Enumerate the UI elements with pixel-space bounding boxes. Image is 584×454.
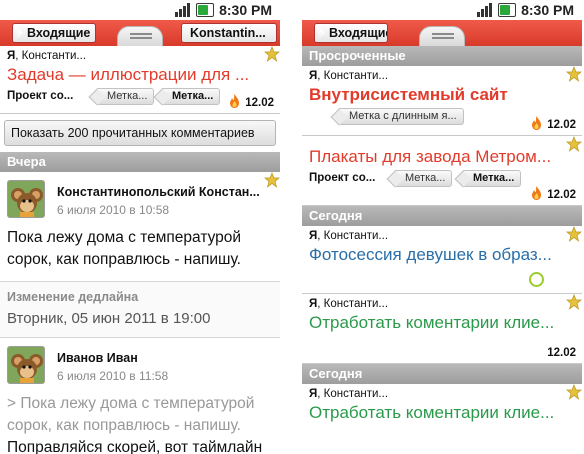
task-author: Я, Константи... <box>309 298 389 310</box>
tag-chip[interactable]: Метка... <box>395 170 453 187</box>
star-icon[interactable] <box>264 46 280 62</box>
comment: Константинопольский Констан... 6 июля 20… <box>0 172 280 282</box>
flame-icon <box>531 116 542 130</box>
star-icon[interactable] <box>566 136 582 152</box>
user-button[interactable]: Konstantin... <box>181 23 277 43</box>
task-title: Отработать коментарии клие... <box>309 313 555 332</box>
system-event: Изменение дедлайна Вторник, 05 июн 2011 … <box>0 282 280 338</box>
star-icon[interactable] <box>566 66 582 82</box>
handle-icon[interactable] <box>117 26 163 46</box>
status-bar: 8:30 PM <box>302 0 582 20</box>
project-label: Проект со... <box>309 172 376 184</box>
task-title: Фотосессия девушек в образ... <box>309 245 552 264</box>
comment-author: Иванов Иван <box>57 351 138 365</box>
due-date: 12.02 <box>245 97 274 109</box>
show-more-comments-button[interactable]: Показать 200 прочитанных комментариев <box>4 120 276 146</box>
tag-chip[interactable]: Метка с длинным я... <box>339 108 464 125</box>
due-date: 12.02 <box>547 119 576 131</box>
comment: Иванов Иван 6 июля 2010 в 11:58 > Пока л… <box>0 338 280 454</box>
task-author: Я, Константи... <box>309 230 389 242</box>
task-card[interactable]: Я, Константи... Отработать коментарии кл… <box>302 384 582 454</box>
comment-text: Пока лежу дома с температурой сорок, как… <box>7 229 242 268</box>
comment-date: 6 июля 2010 в 11:58 <box>57 369 169 383</box>
back-button[interactable]: Входящие <box>12 23 96 43</box>
event-label: Изменение дедлайна <box>7 290 139 304</box>
star-icon[interactable] <box>566 384 582 400</box>
battery-icon <box>196 3 214 17</box>
task-title: Отработать коментарии клие... <box>309 403 555 422</box>
task-author: Я, Константи... <box>309 70 389 82</box>
task-title: Плакаты для завода Метром... <box>309 147 552 166</box>
tag-chip[interactable]: Метка... <box>97 88 155 105</box>
circle-status-icon[interactable] <box>529 272 544 287</box>
tag-chip[interactable]: Метка... <box>162 88 221 105</box>
handle-icon[interactable] <box>419 26 465 46</box>
comment-text: Поправляйся скорей, вот таймлайн <box>7 439 263 454</box>
star-icon[interactable] <box>566 294 582 310</box>
star-icon[interactable] <box>566 226 582 242</box>
star-icon[interactable] <box>264 172 280 188</box>
task-card[interactable]: Плакаты для завода Метром... Проект со..… <box>302 136 582 206</box>
project-label: Проект со... <box>7 90 74 102</box>
avatar[interactable] <box>7 346 45 384</box>
task-author: Я, Константи... <box>7 50 87 62</box>
task-card[interactable]: Я, Константи... Внутрисистемный сайт Мет… <box>302 66 582 136</box>
comment-author: Константинопольский Констан... <box>57 185 260 199</box>
back-button[interactable]: Входящие <box>314 23 388 43</box>
section-header: Сегодня <box>302 206 582 226</box>
section-header: Просроченные <box>302 46 582 66</box>
task-title: Внутрисистемный сайт <box>309 85 508 104</box>
flame-icon <box>531 186 542 200</box>
avatar[interactable] <box>7 180 45 218</box>
phone-screen-left: 8:30 PM Входящие Konstantin... Я, Конста… <box>0 0 280 454</box>
section-header: Вчера <box>0 152 280 172</box>
clock: 8:30 PM <box>219 2 272 18</box>
battery-icon <box>498 3 516 17</box>
clock: 8:30 PM <box>521 2 574 18</box>
flame-icon <box>229 94 240 108</box>
app-header: Входящие Konstantin... <box>0 20 280 46</box>
status-bar: 8:30 PM <box>0 0 280 20</box>
event-value: Вторник, 05 июн 2011 в 19:00 <box>7 310 211 327</box>
section-header: Сегодня <box>302 364 582 384</box>
due-date: 12.02 <box>547 347 576 359</box>
app-header: Входящие <box>302 20 582 46</box>
task-card[interactable]: Я, Константи... Задача — иллюстрации для… <box>0 46 280 114</box>
comment-date: 6 июля 2010 в 10:58 <box>57 203 170 217</box>
tag-chip[interactable]: Метка... <box>463 170 522 187</box>
due-date: 12.02 <box>547 189 576 201</box>
task-title: Задача — иллюстрации для ... <box>7 65 250 84</box>
phone-screen-right: 8:30 PM Входящие Просроченные Я, Констан… <box>302 0 582 454</box>
comment-quote: > Пока лежу дома с температурой сорок, к… <box>7 395 255 434</box>
task-card[interactable]: Я, Константи... Фотосессия девушек в обр… <box>302 226 582 294</box>
task-card[interactable]: Я, Константи... Отработать коментарии кл… <box>302 294 582 364</box>
signal-icon <box>477 3 495 17</box>
signal-icon <box>175 3 193 17</box>
task-author: Я, Константи... <box>309 388 389 400</box>
